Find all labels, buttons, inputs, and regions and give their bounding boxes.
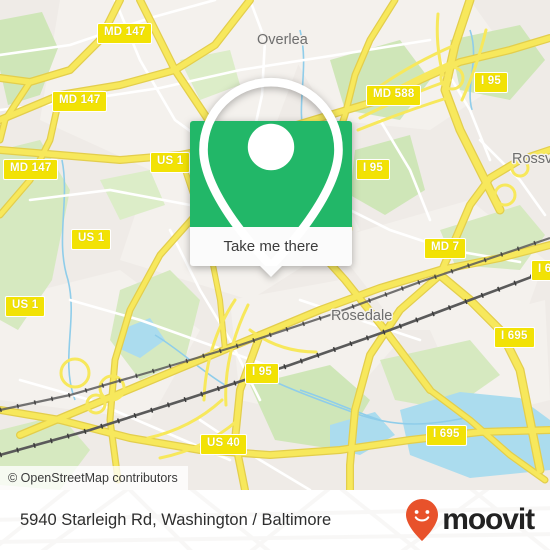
moovit-map-screenshot: Overlea Rossv Rosedale MD 147 MD 147 MD …: [0, 0, 550, 550]
road-shield-md-147-b[interactable]: MD 147: [52, 91, 108, 112]
moovit-wordmark: moovit: [442, 503, 535, 536]
destination-popup[interactable]: Take me there: [190, 77, 352, 277]
moovit-logo[interactable]: moovit: [405, 498, 535, 542]
popup-tail-pointer: [260, 266, 282, 277]
road-shield-us-1-b[interactable]: US 1: [71, 229, 112, 250]
map-attribution[interactable]: © OpenStreetMap contributors: [0, 466, 188, 490]
map-canvas[interactable]: Overlea Rossv Rosedale MD 147 MD 147 MD …: [0, 0, 550, 490]
road-shield-i-695-b[interactable]: I 695: [494, 327, 535, 348]
take-me-there-label: Take me there: [223, 238, 319, 255]
moovit-pin-smiley-icon: [406, 499, 439, 541]
map-pin-icon: [199, 77, 343, 271]
road-shield-us-40[interactable]: US 40: [200, 434, 247, 455]
road-shield-i-695-a[interactable]: I 695: [531, 260, 550, 281]
road-shield-md-147-a[interactable]: MD 147: [97, 23, 153, 44]
popup-header: [190, 77, 352, 271]
road-shield-us-1-a[interactable]: US 1: [150, 152, 191, 173]
road-shield-i-95-a[interactable]: I 95: [474, 72, 508, 93]
road-shield-md-7[interactable]: MD 7: [424, 238, 467, 259]
road-shield-i-695-c[interactable]: I 695: [426, 425, 467, 446]
place-label-rossville: Rossv: [512, 151, 550, 167]
attribution-text: © OpenStreetMap contributors: [8, 471, 178, 485]
road-shield-md-147-c[interactable]: MD 147: [3, 159, 59, 180]
location-title: 5940 Starleigh Rd, Washington / Baltimor…: [20, 510, 332, 529]
road-shield-i-95-b[interactable]: I 95: [356, 159, 390, 180]
road-shield-us-1-c[interactable]: US 1: [5, 296, 46, 317]
road-shield-md-588[interactable]: MD 588: [366, 85, 422, 106]
footer-bar: 5940 Starleigh Rd, Washington / Baltimor…: [0, 490, 550, 550]
